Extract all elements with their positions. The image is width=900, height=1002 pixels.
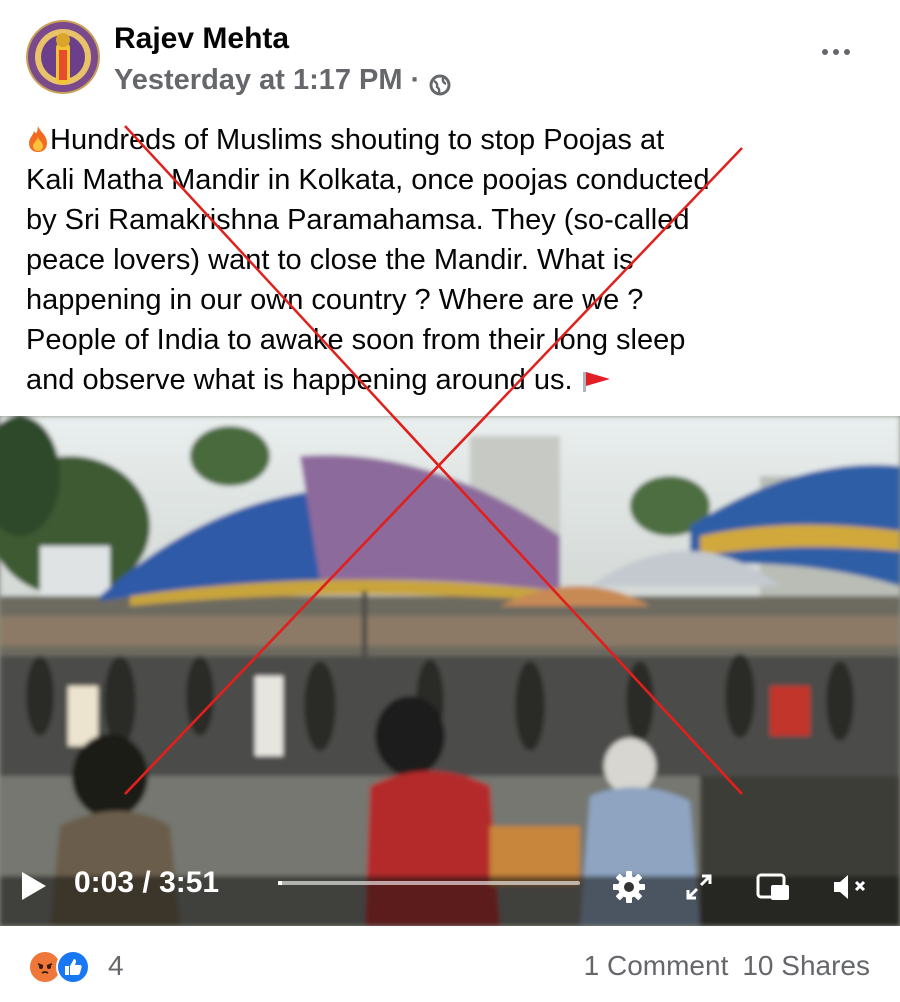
post-text-line: by Sri Ramakrishna Paramahamsa. They (so…	[26, 204, 690, 236]
video-player[interactable]	[0, 416, 900, 926]
author-name[interactable]: Rajev Mehta	[114, 22, 289, 56]
picture-in-picture-icon[interactable]	[756, 870, 790, 904]
video-progress-fill	[278, 881, 282, 885]
post-text-line: People of India to awake soon from their…	[26, 324, 686, 356]
fire-icon	[26, 124, 50, 152]
post-text: Hundreds of Muslims shouting to stop Poo…	[26, 120, 876, 400]
post-text-line: peace lovers) want to close the Mandir. …	[26, 244, 634, 276]
post-footer: 4 1 Comment 10 Shares	[0, 936, 900, 1002]
post-timestamp[interactable]: Yesterday at 1:17 PM	[114, 64, 403, 97]
post-text-line: happening in our own country ? Where are…	[26, 284, 644, 316]
play-icon[interactable]	[22, 872, 46, 900]
avatar[interactable]	[26, 20, 100, 94]
post-text-line: Hundreds of Muslims shouting to stop Poo…	[26, 120, 876, 160]
meta-separator: ·	[410, 64, 421, 96]
reactions[interactable]	[28, 950, 90, 984]
post-text-line: and observe what is happening around us.	[26, 360, 876, 400]
comment-count[interactable]: 1 Comment	[584, 950, 729, 982]
globe-icon[interactable]	[428, 72, 452, 96]
video-time: 0:03 / 3:51	[74, 866, 220, 899]
share-count[interactable]: 10 Shares	[742, 950, 870, 982]
more-options-icon[interactable]	[822, 44, 856, 60]
mute-icon[interactable]	[830, 870, 866, 904]
facebook-post: Rajev Mehta Yesterday at 1:17 PM · Hundr…	[0, 0, 900, 1002]
video-controls: 0:03 / 3:51	[0, 856, 900, 916]
settings-icon[interactable]	[612, 870, 646, 904]
video-frame	[0, 416, 900, 926]
current-time: 0:03	[74, 866, 135, 899]
fullscreen-icon[interactable]	[682, 870, 716, 904]
red-flag-icon	[581, 363, 611, 392]
like-icon	[56, 950, 90, 984]
post-meta: Yesterday at 1:17 PM ·	[114, 64, 452, 97]
video-duration: 3:51	[159, 866, 220, 899]
reaction-count[interactable]: 4	[108, 950, 124, 982]
post-text-line: Kali Matha Mandir in Kolkata, once pooja…	[26, 164, 710, 196]
post-stats: 1 Comment 10 Shares	[584, 950, 870, 982]
video-progress-bar[interactable]	[278, 881, 580, 885]
